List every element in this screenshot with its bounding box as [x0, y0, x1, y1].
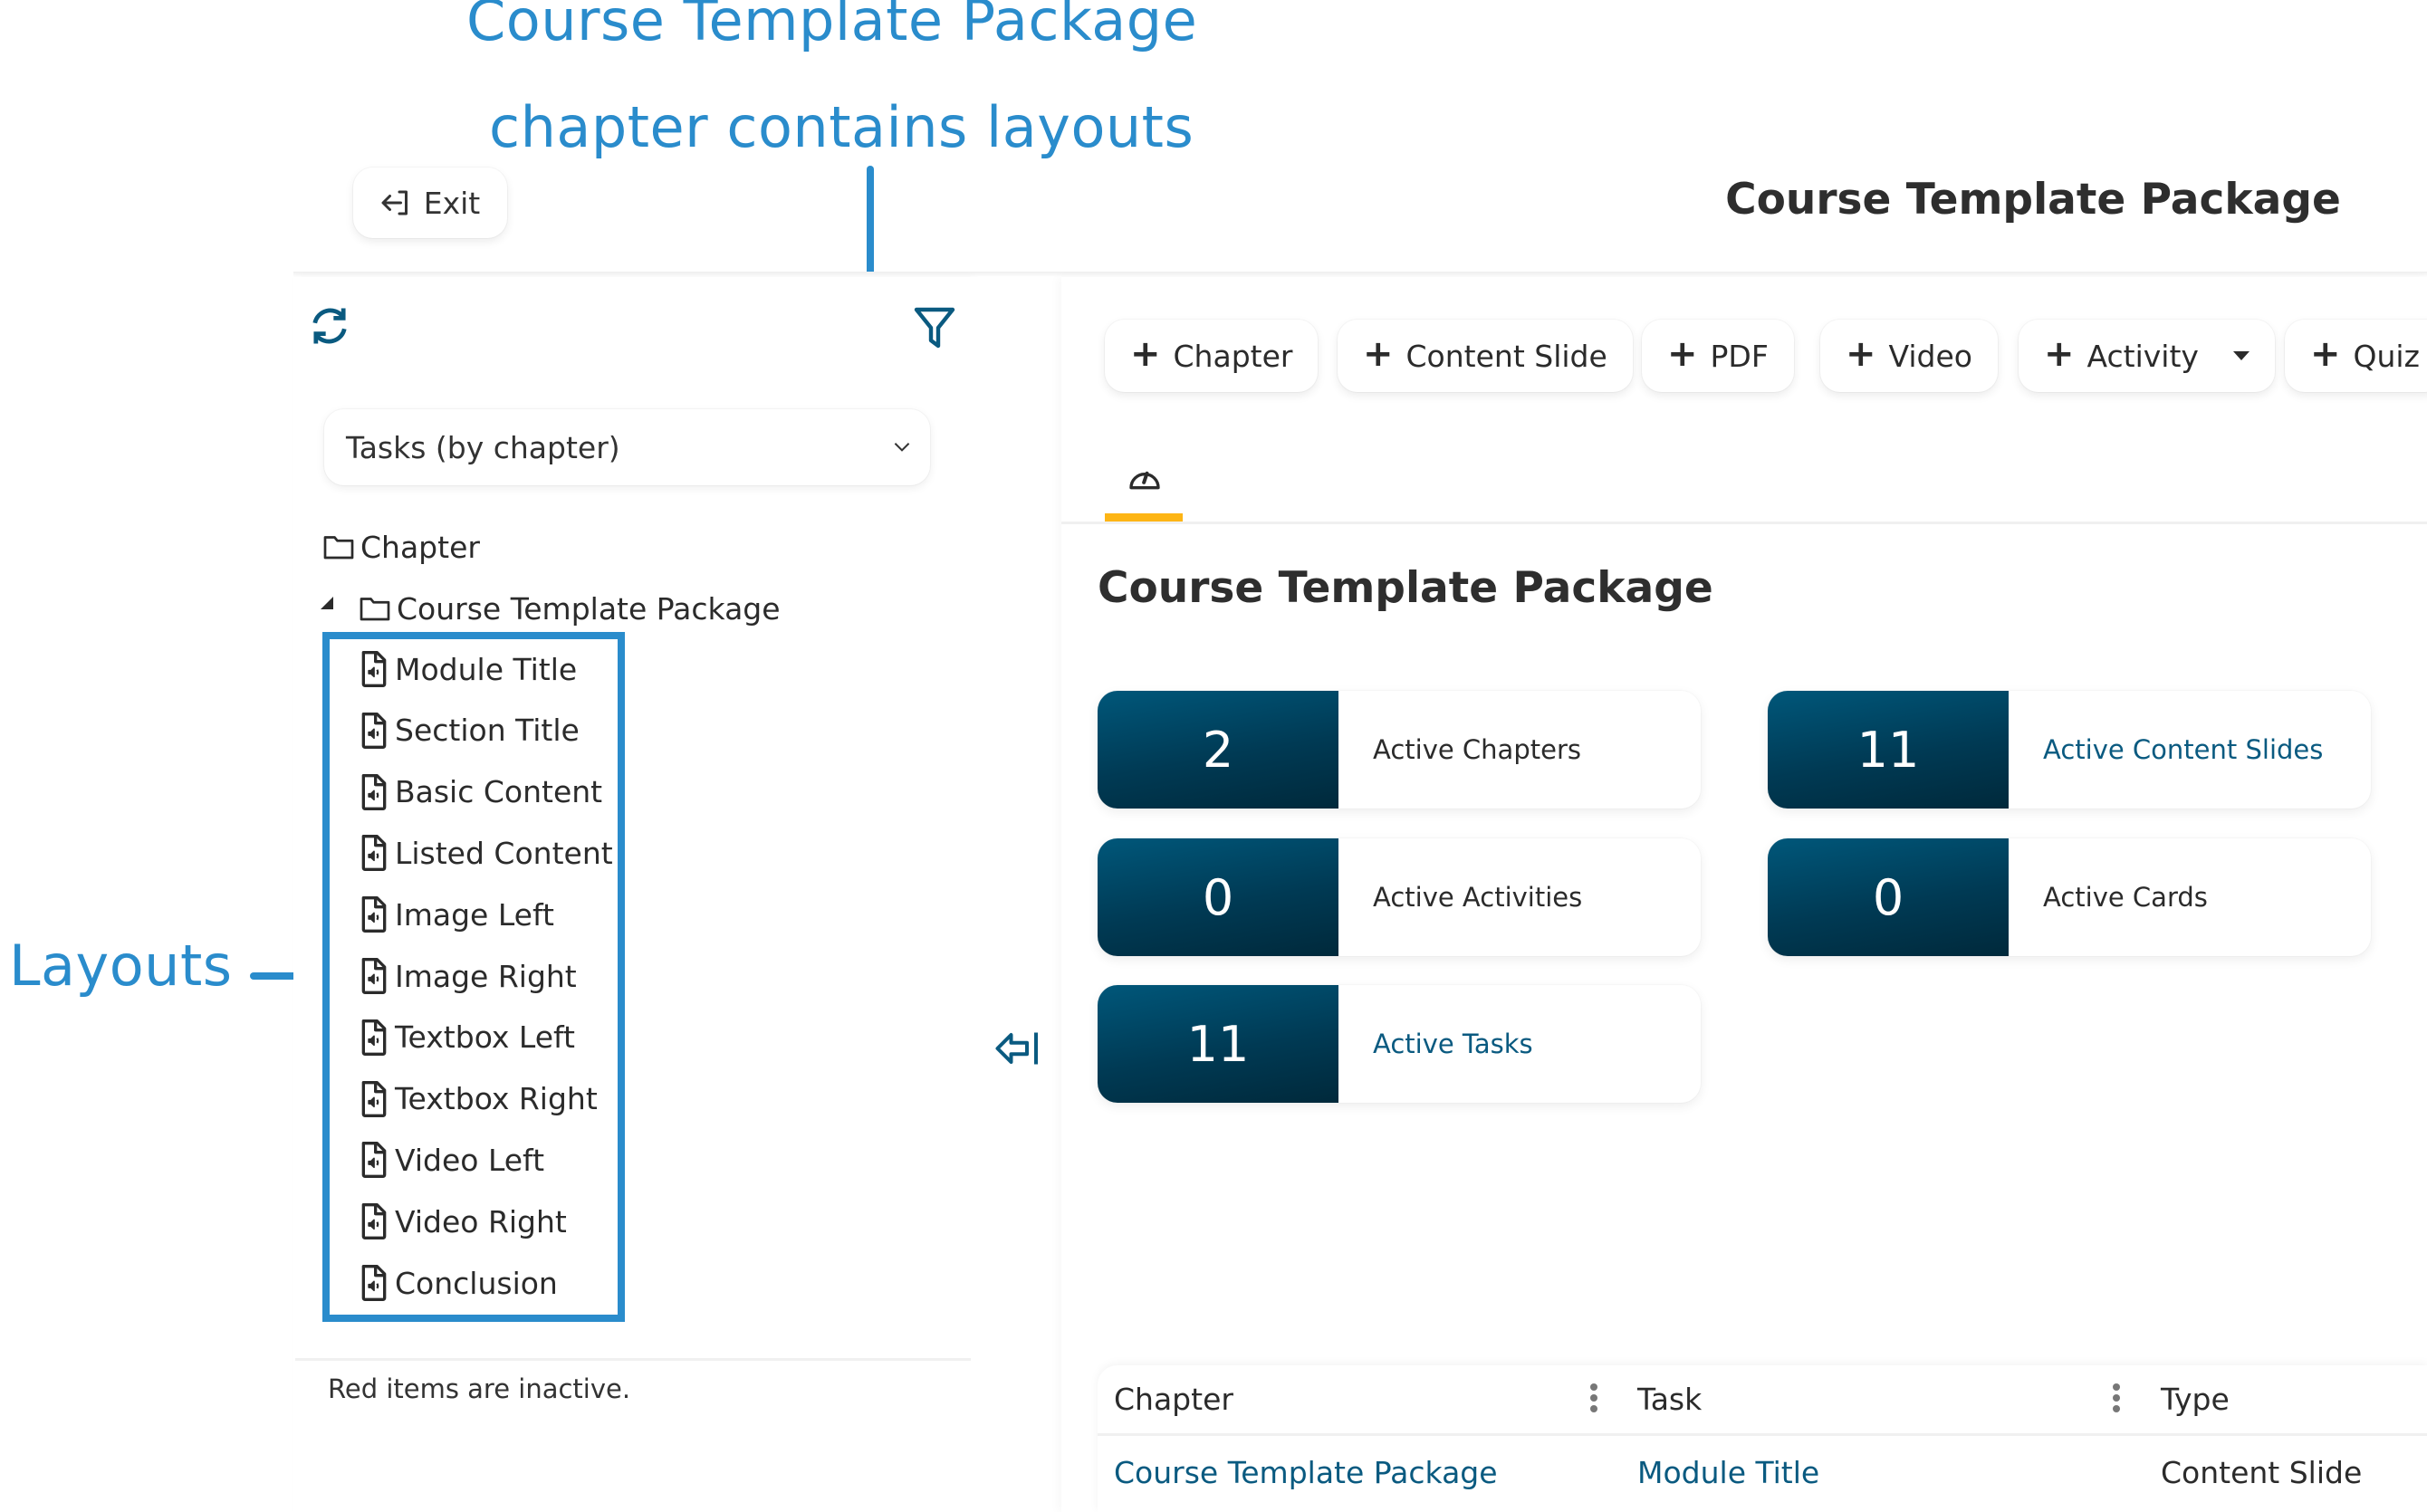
stat-card-active-chapters[interactable]: 2 Active Chapters	[1098, 691, 1701, 809]
stat-value: 0	[1768, 838, 2009, 956]
stat-value: 11	[1098, 985, 1338, 1103]
stat-label: Active Cards	[2043, 882, 2208, 913]
column-header-chapter[interactable]: Chapter	[1114, 1365, 1233, 1433]
panel-gutter	[971, 277, 1061, 1512]
active-tab-indicator	[1105, 513, 1183, 522]
stat-value: 11	[1768, 691, 2009, 809]
exit-label: Exit	[423, 185, 481, 221]
stat-card-active-cards[interactable]: 0 Active Cards	[1768, 838, 2371, 956]
button-label: PDF	[1710, 338, 1769, 374]
folder-icon	[323, 536, 354, 560]
tabs-divider	[1061, 522, 2427, 524]
column-header-label: Chapter	[1114, 1382, 1233, 1417]
plus-icon: +	[2310, 333, 2341, 375]
exit-icon	[381, 190, 408, 215]
plus-icon: +	[1846, 333, 1876, 375]
view-select-value: Tasks (by chapter)	[346, 429, 620, 465]
annotation-subtitle: chapter contains layouts	[489, 94, 1194, 160]
stat-card-active-activities[interactable]: 0 Active Activities	[1098, 838, 1701, 956]
sidebar-footer-divider	[295, 1358, 971, 1361]
stat-value: 0	[1098, 838, 1338, 956]
cell-type: Content Slide	[2161, 1454, 2363, 1490]
button-label: Quiz	[2353, 338, 2420, 374]
add-chapter-button[interactable]: + Chapter	[1105, 320, 1319, 392]
exit-button[interactable]: Exit	[353, 167, 507, 238]
stat-value: 2	[1098, 691, 1338, 809]
add-quiz-button[interactable]: + Quiz	[2285, 320, 2427, 392]
stat-label: Active Activities	[1373, 882, 1583, 913]
tree-root-chapter[interactable]: Chapter	[322, 524, 480, 569]
view-select[interactable]: Tasks (by chapter)	[324, 409, 930, 485]
plus-icon: +	[1363, 333, 1394, 375]
column-menu-icon[interactable]	[2112, 1383, 2121, 1416]
chevron-down-icon	[894, 443, 910, 452]
column-header-label: Task	[1637, 1382, 1703, 1417]
stat-label[interactable]: Active Tasks	[1338, 985, 1701, 1103]
add-video-button[interactable]: + Video	[1820, 320, 1998, 392]
cell-chapter[interactable]: Course Template Package	[1114, 1436, 1498, 1508]
dashboard-gauge-icon	[1129, 471, 1160, 490]
collapse-sidebar-icon[interactable]	[991, 1021, 1045, 1076]
button-label: Video	[1888, 338, 1972, 374]
inactive-legend-note: Red items are inactive.	[328, 1373, 631, 1404]
folder-icon	[360, 598, 390, 621]
tab-dashboard[interactable]	[1105, 453, 1183, 522]
page-title: Course Template Package	[1725, 175, 2341, 225]
stat-card-active-tasks[interactable]: 11 Active Tasks	[1098, 985, 1701, 1103]
dropdown-caret-icon[interactable]	[2232, 351, 2250, 360]
stat-label: Active Chapters	[1373, 734, 1581, 765]
tree-chapter-course-template-package[interactable]: Course Template Package	[359, 586, 781, 631]
button-label: Content Slide	[1405, 338, 1607, 374]
add-content-slide-button[interactable]: + Content Slide	[1338, 320, 1633, 392]
column-menu-icon[interactable]	[1589, 1383, 1598, 1416]
tasks-table: Chapter Task Type Course Template Packag…	[1098, 1365, 2427, 1512]
annotation-layouts-label: Layouts	[9, 933, 233, 999]
button-label: Activity	[2086, 338, 2199, 374]
tree-label: Course Template Package	[397, 590, 781, 627]
plus-icon: +	[2044, 333, 2075, 375]
button-label: Chapter	[1173, 338, 1293, 374]
filter-icon[interactable]	[913, 304, 956, 351]
column-header-label: Type	[2161, 1382, 2230, 1417]
column-header-type[interactable]: Type	[2161, 1365, 2230, 1433]
plus-icon: +	[1130, 333, 1161, 375]
plus-icon: +	[1667, 333, 1698, 375]
tree-label: Chapter	[360, 529, 480, 565]
stat-label[interactable]: Active Content Slides	[2009, 691, 2371, 809]
expand-caret-icon[interactable]	[321, 597, 333, 609]
cell-task[interactable]: Module Title	[1637, 1436, 1819, 1508]
stat-card-active-content-slides[interactable]: 11 Active Content Slides	[1768, 691, 2371, 809]
add-pdf-button[interactable]: + PDF	[1642, 320, 1794, 392]
add-activity-button[interactable]: + Activity	[2019, 320, 2275, 392]
refresh-icon[interactable]	[306, 302, 353, 349]
annotation-title: Course Template Package	[466, 0, 1198, 53]
annotation-layouts-box	[322, 632, 625, 1322]
section-title: Course Template Package	[1098, 563, 1713, 613]
column-header-task[interactable]: Task	[1637, 1365, 1702, 1433]
